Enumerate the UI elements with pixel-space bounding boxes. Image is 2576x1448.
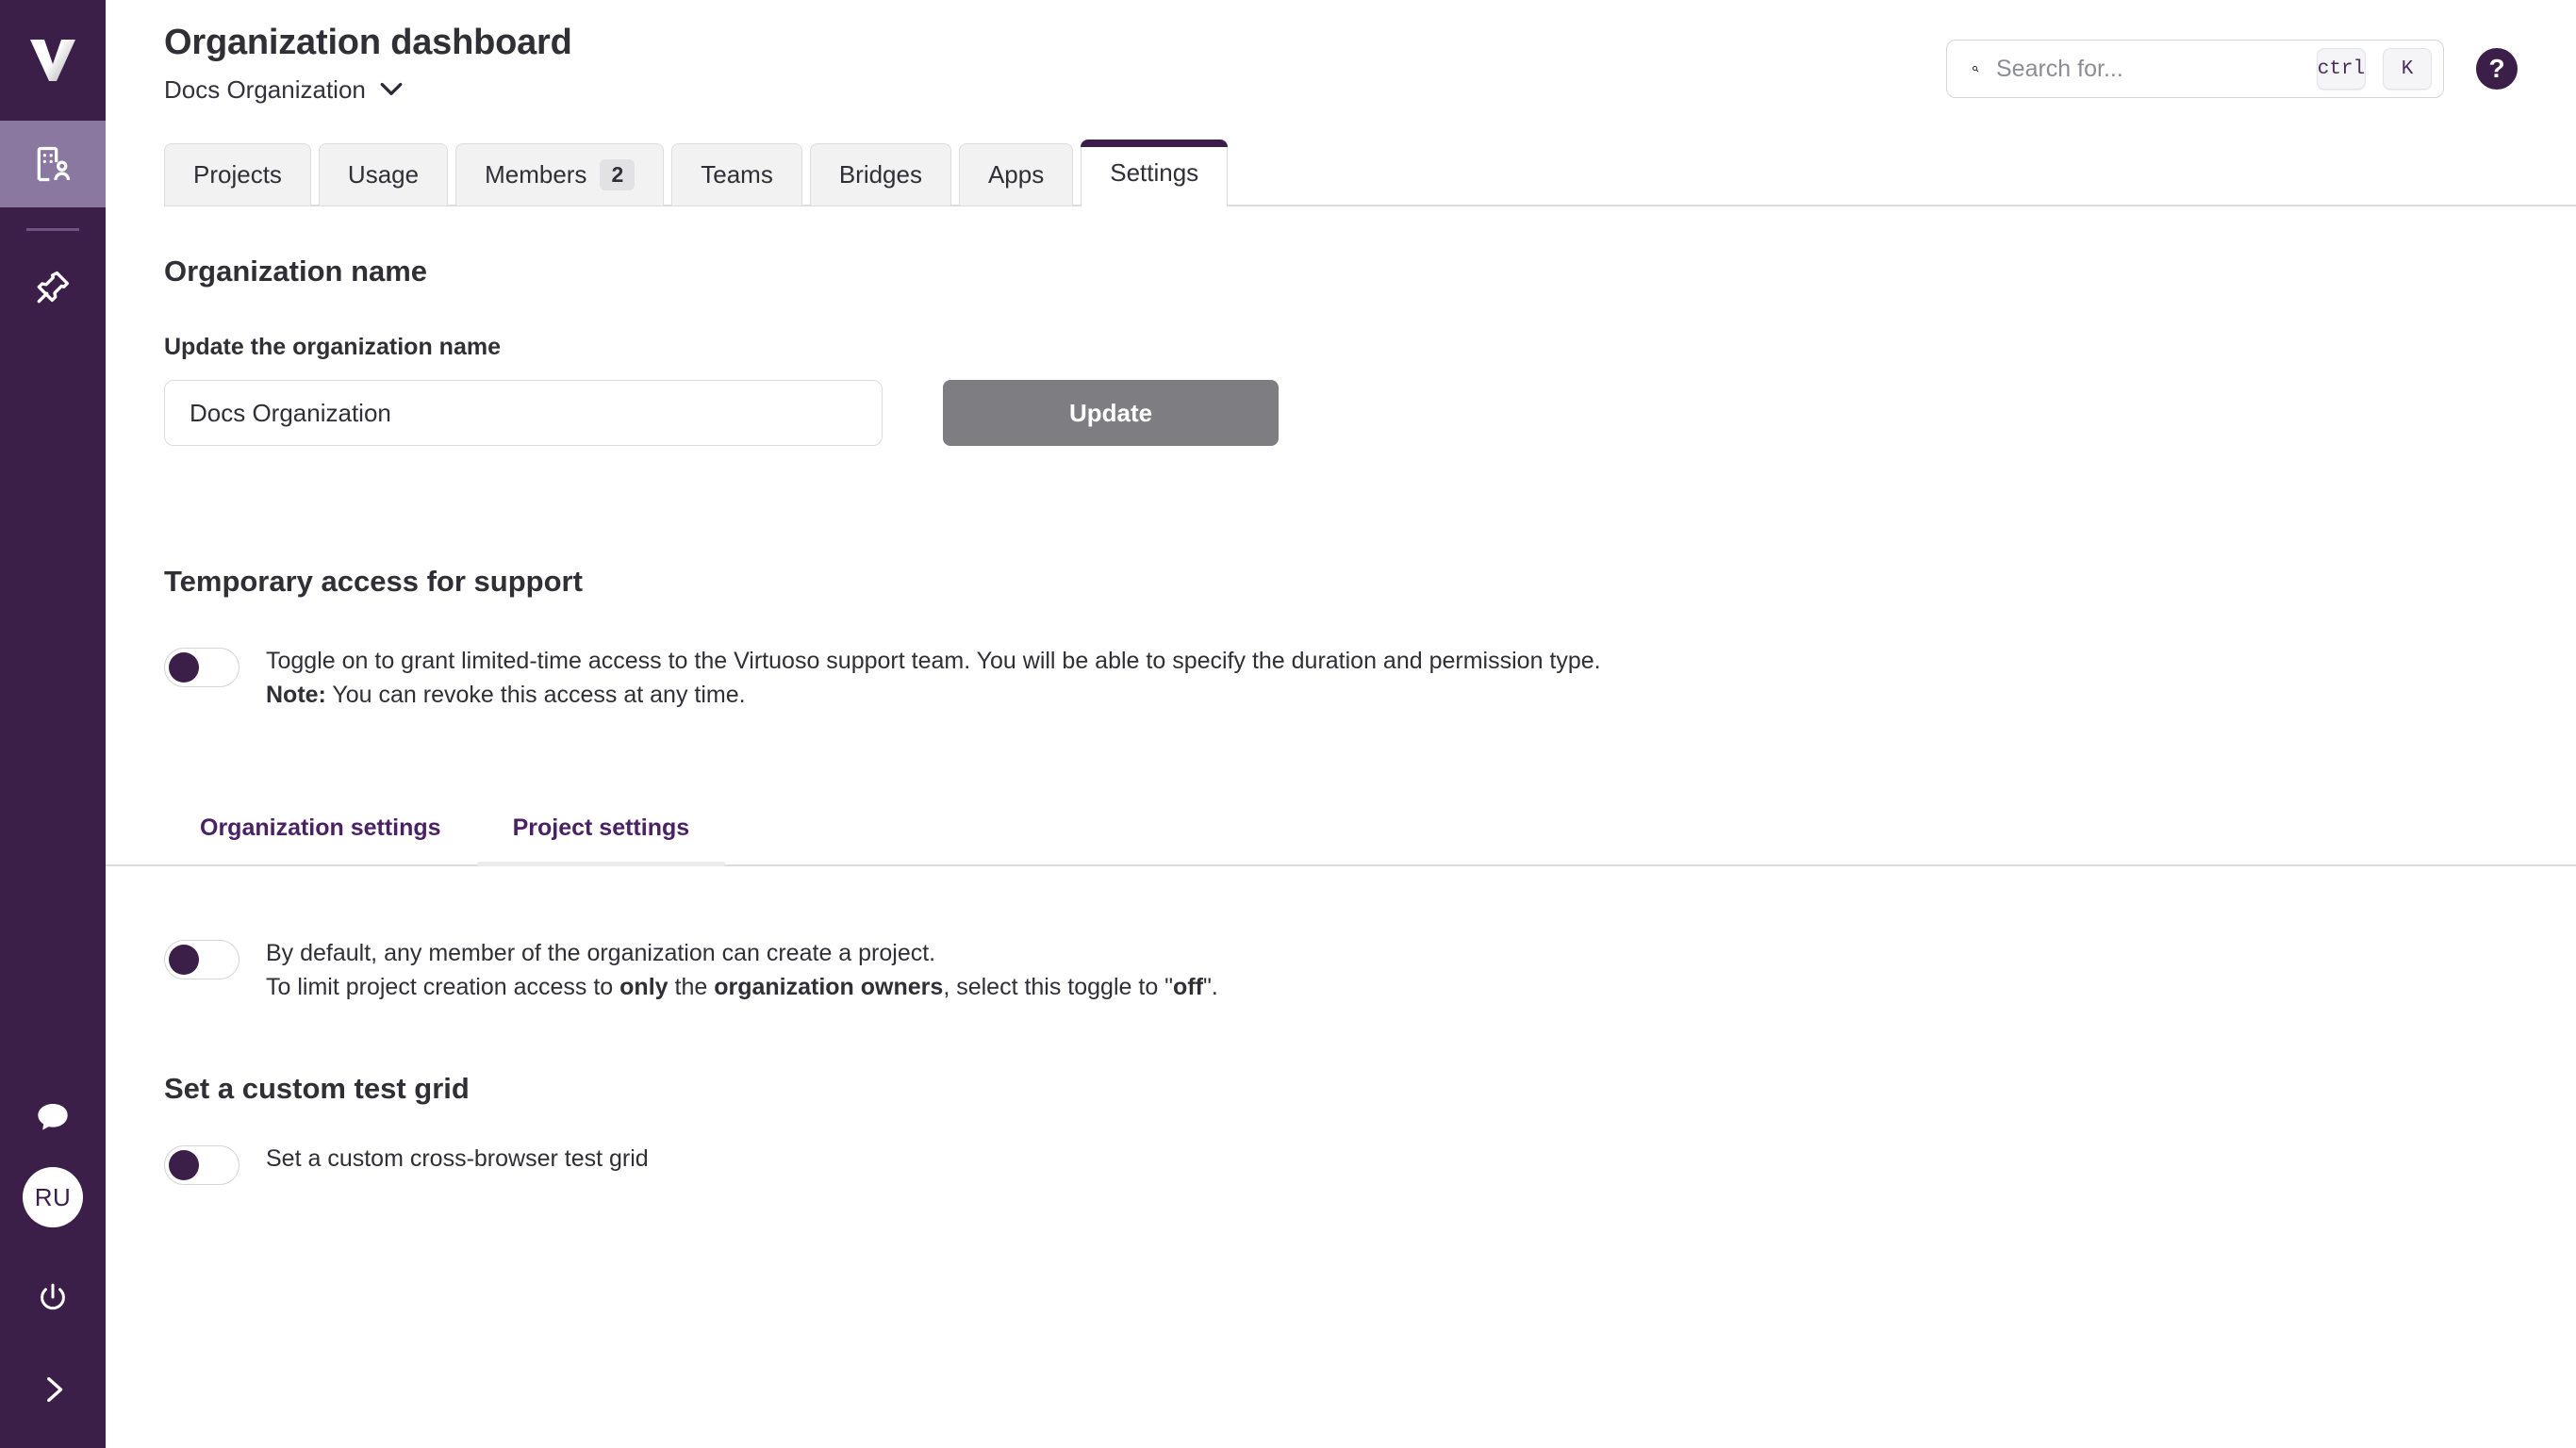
search-box[interactable]: ctrl K bbox=[1946, 40, 2444, 98]
chat-bubble-icon bbox=[38, 1104, 68, 1130]
tab-members[interactable]: Members 2 bbox=[455, 143, 665, 206]
tab-bridges[interactable]: Bridges bbox=[809, 143, 951, 206]
organization-switcher[interactable]: Docs Organization bbox=[164, 75, 572, 105]
question-mark-icon: ? bbox=[2488, 54, 2505, 83]
pc-text-c: the bbox=[668, 973, 715, 1000]
tab-label: Members bbox=[485, 160, 587, 189]
left-sidebar: RU bbox=[0, 0, 106, 1448]
tab-apps[interactable]: Apps bbox=[958, 143, 1074, 206]
sidebar-item-organization-dashboard[interactable] bbox=[0, 121, 106, 207]
sidebar-divider bbox=[26, 228, 79, 231]
sidebar-item-chat[interactable] bbox=[0, 1069, 106, 1167]
main-area: Organization dashboard Docs Organization… bbox=[106, 0, 2576, 1448]
organization-name-input[interactable] bbox=[164, 380, 883, 446]
toggle-knob bbox=[169, 652, 199, 683]
tab-label: Projects bbox=[193, 160, 282, 189]
tab-projects[interactable]: Projects bbox=[164, 143, 311, 206]
update-organization-name-button[interactable]: Update bbox=[943, 380, 1279, 446]
pushpin-icon bbox=[37, 271, 70, 304]
sidebar-item-pinned[interactable] bbox=[0, 244, 106, 331]
search-icon bbox=[1973, 66, 1979, 73]
pc-text-only: only bbox=[619, 973, 669, 1000]
project-creation-toggle[interactable] bbox=[164, 939, 239, 979]
settings-subtab-list: Organization settings Project settings bbox=[164, 803, 2518, 866]
search-input[interactable] bbox=[1996, 55, 2300, 83]
organization-name-field-label: Update the organization name bbox=[164, 334, 501, 360]
title-block: Organization dashboard Docs Organization bbox=[164, 21, 572, 105]
test-grid-row: Set a custom cross-browser test grid bbox=[164, 1142, 2518, 1185]
test-grid-label: Set a custom cross-browser test grid bbox=[266, 1145, 649, 1172]
organization-name-row: Update bbox=[164, 380, 2518, 446]
organization-name: Docs Organization bbox=[164, 74, 366, 104]
pc-text-off: off bbox=[1173, 973, 1203, 1000]
tab-teams[interactable]: Teams bbox=[671, 143, 802, 206]
pc-text-a: To limit project creation access to bbox=[266, 973, 620, 1000]
sidebar-item-logout[interactable] bbox=[0, 1265, 106, 1331]
top-bar: Organization dashboard Docs Organization… bbox=[106, 0, 2576, 140]
sidebar-bottom-group: RU bbox=[0, 1069, 106, 1448]
temporary-access-toggle[interactable] bbox=[164, 648, 239, 687]
app-root: RU Organization dashboard Docs Organizat… bbox=[0, 0, 2576, 1448]
tab-label: Teams bbox=[701, 160, 773, 189]
temporary-access-description: Toggle on to grant limited-time access t… bbox=[266, 644, 1601, 713]
tab-label: Usage bbox=[347, 160, 420, 189]
shortcut-key-ctrl: ctrl bbox=[2317, 48, 2366, 90]
project-creation-row: By default, any member of the organizati… bbox=[164, 936, 2518, 1005]
chevron-down-icon bbox=[380, 82, 403, 95]
sidebar-expand-button[interactable] bbox=[0, 1361, 106, 1418]
building-user-icon bbox=[37, 146, 71, 182]
temporary-access-line1: Toggle on to grant limited-time access t… bbox=[266, 648, 1601, 674]
subtab-project-settings[interactable]: Project settings bbox=[476, 803, 726, 866]
test-grid-toggle[interactable] bbox=[164, 1145, 239, 1185]
settings-subtab-bar: Organization settings Project settings bbox=[106, 803, 2576, 866]
page-title: Organization dashboard bbox=[164, 23, 572, 62]
pc-text-g: ". bbox=[1202, 973, 1218, 1000]
virtuoso-v-logo-icon bbox=[30, 40, 75, 81]
pc-text-owners: organization owners bbox=[714, 973, 944, 1000]
chevron-right-icon bbox=[47, 1376, 63, 1403]
tab-usage[interactable]: Usage bbox=[318, 143, 449, 206]
project-creation-line2: To limit project creation access to only… bbox=[266, 970, 1218, 1004]
organization-name-heading: Organization name bbox=[164, 255, 428, 288]
note-label: Note: bbox=[266, 682, 326, 709]
project-creation-line1: By default, any member of the organizati… bbox=[266, 939, 936, 966]
settings-content: Organization name Update the organizatio… bbox=[106, 206, 2576, 1185]
user-avatar[interactable]: RU bbox=[23, 1167, 83, 1227]
project-creation-description: By default, any member of the organizati… bbox=[266, 936, 1218, 1005]
tab-list: Projects Usage Members 2 Teams Bridges Apps Set… bbox=[164, 140, 2576, 207]
top-bar-right: ctrl K ? bbox=[1946, 21, 2518, 98]
note-text: You can revoke this access at any time. bbox=[325, 682, 746, 709]
tab-label: Settings bbox=[1110, 158, 1199, 187]
temporary-access-heading: Temporary access for support bbox=[164, 565, 583, 598]
toggle-knob bbox=[169, 944, 199, 975]
temporary-access-row: Toggle on to grant limited-time access t… bbox=[164, 644, 2518, 713]
pc-text-e: , select this toggle to " bbox=[943, 973, 1174, 1000]
tab-label: Apps bbox=[987, 160, 1045, 189]
test-grid-heading: Set a custom test grid bbox=[164, 1072, 470, 1105]
toggle-knob bbox=[169, 1150, 199, 1180]
tab-label: Bridges bbox=[838, 160, 922, 189]
app-logo[interactable] bbox=[0, 0, 106, 121]
tab-count-badge: 2 bbox=[600, 159, 636, 190]
temporary-access-note: Note: You can revoke this access at any … bbox=[266, 678, 1601, 712]
avatar-initials: RU bbox=[34, 1182, 72, 1211]
shortcut-key-k: K bbox=[2383, 48, 2432, 90]
tab-bar: Projects Usage Members 2 Teams Bridges Apps Set… bbox=[106, 140, 2576, 207]
tab-settings[interactable]: Settings bbox=[1081, 140, 1229, 207]
power-icon bbox=[41, 1283, 65, 1310]
subtab-organization-settings[interactable]: Organization settings bbox=[164, 803, 477, 866]
help-button[interactable]: ? bbox=[2476, 48, 2518, 90]
